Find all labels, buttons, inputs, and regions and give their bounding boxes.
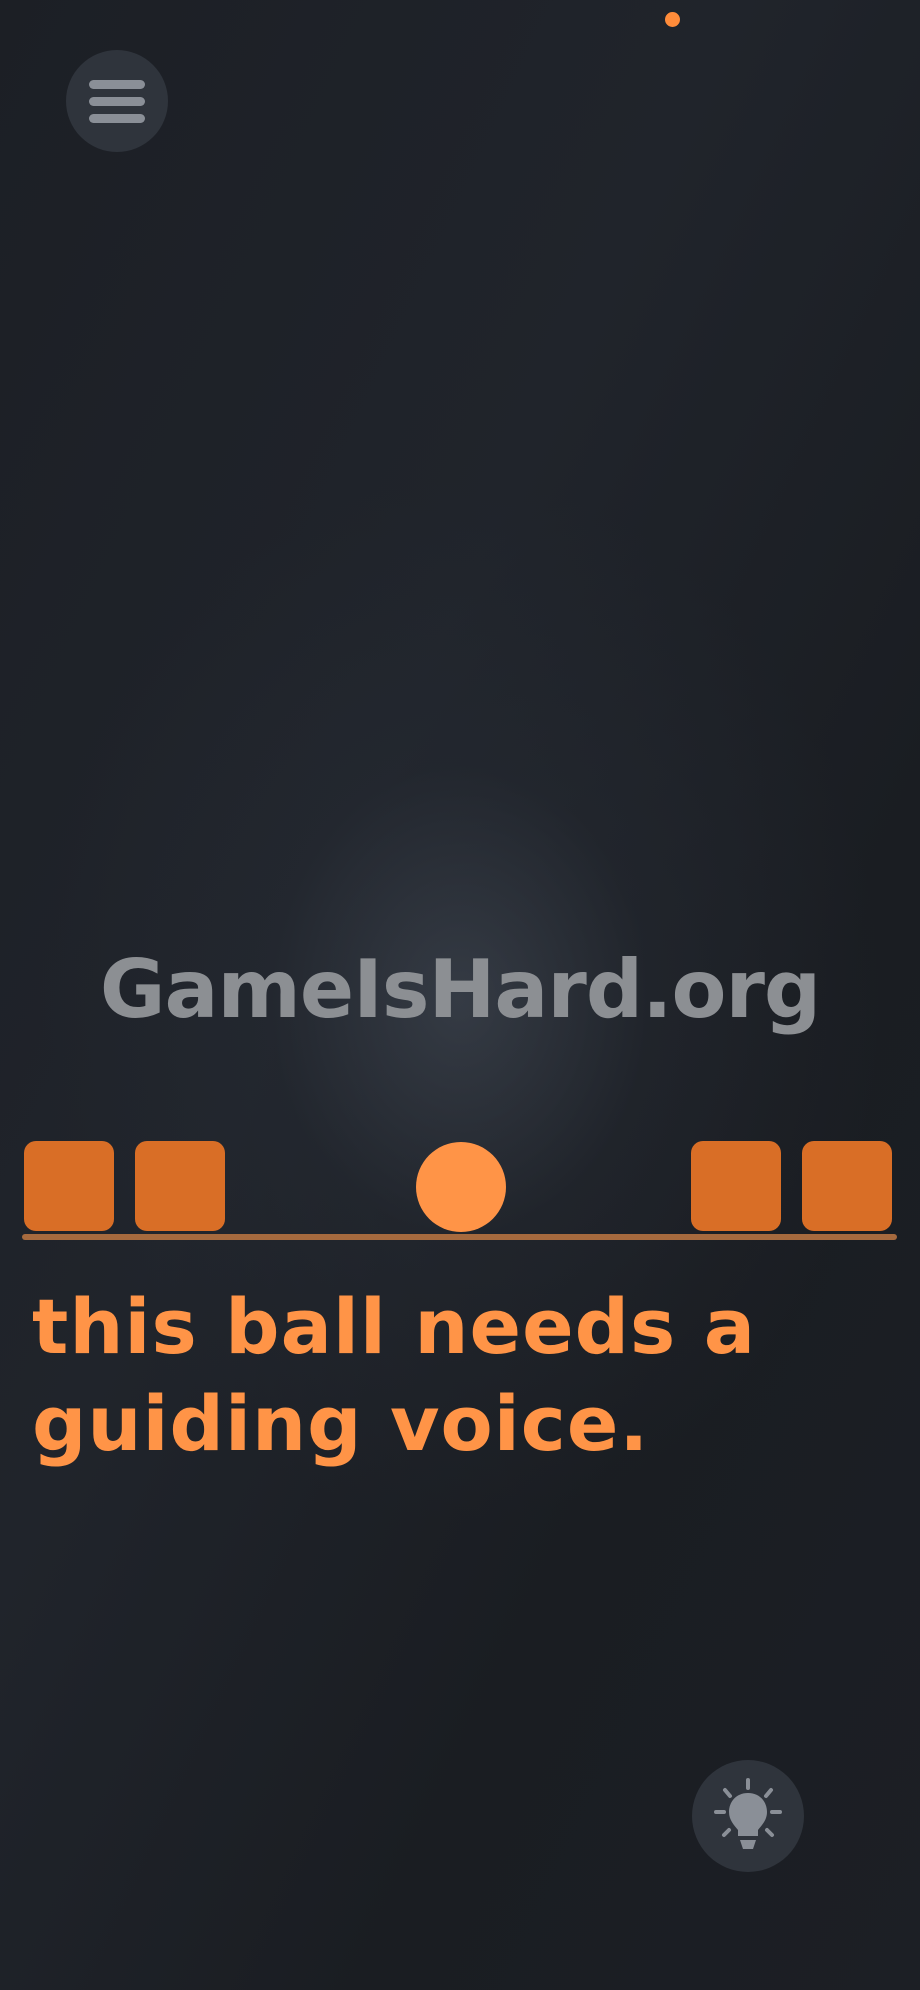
level-block [24, 1141, 114, 1231]
lightbulb-icon [714, 1778, 782, 1849]
status-indicator-dot [665, 12, 680, 27]
level-block [135, 1141, 225, 1231]
caption-line-1: this ball needs a [32, 1282, 757, 1371]
ground-line [22, 1234, 897, 1240]
hint-button[interactable] [692, 1760, 804, 1872]
game-stage: GameIsHard.org this ball needs a guiding… [0, 0, 920, 1990]
site-watermark: GameIsHard.org [99, 943, 821, 1036]
level-block [802, 1141, 892, 1231]
caption-line-2: guiding voice. [32, 1379, 650, 1468]
player-ball[interactable] [416, 1142, 506, 1232]
level-caption: this ball needs a guiding voice. [32, 1278, 852, 1472]
level-block [691, 1141, 781, 1231]
hamburger-menu-icon-bar [89, 96, 145, 106]
hamburger-menu-icon [89, 79, 145, 89]
hamburger-menu-icon-bar [89, 113, 145, 123]
menu-button[interactable] [66, 50, 168, 152]
